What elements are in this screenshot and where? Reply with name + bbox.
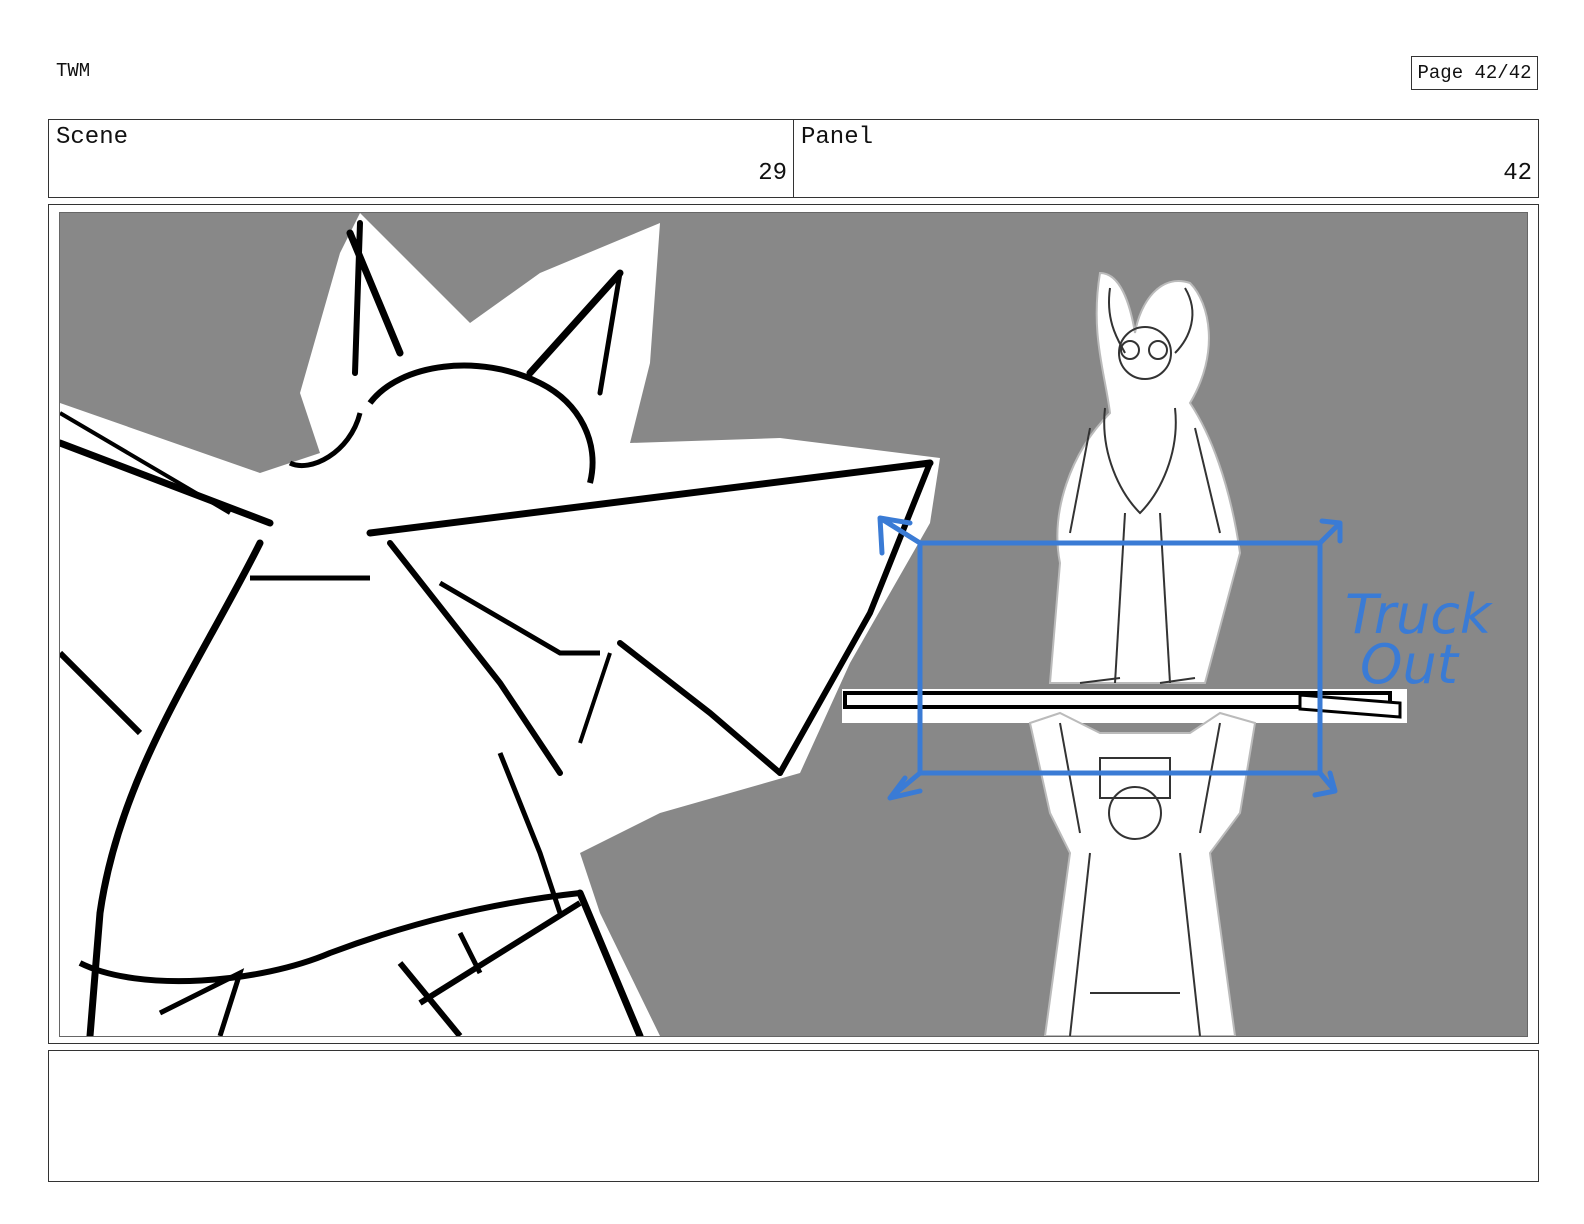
panel-label: Panel <box>801 124 874 151</box>
scene-cell: Scene 29 <box>49 120 793 197</box>
panel-drawing: Truck Out <box>60 213 1494 1036</box>
annotation-line-2: Out <box>1360 633 1460 696</box>
scene-value: 29 <box>758 160 787 187</box>
lower-character <box>1028 711 1257 1036</box>
scene-panel-row: Scene 29 Panel 42 <box>48 119 1539 198</box>
bat-character <box>60 213 940 1036</box>
panel-cell: Panel 42 <box>793 120 1538 197</box>
panel-value: 42 <box>1503 160 1532 187</box>
bunny-character <box>1048 271 1242 684</box>
scene-label: Scene <box>56 124 129 151</box>
page-number: Page 42/42 <box>1411 56 1538 90</box>
notes-box <box>48 1050 1539 1182</box>
storyboard-panel: Truck Out <box>59 212 1528 1037</box>
project-title: TWM <box>56 60 91 82</box>
